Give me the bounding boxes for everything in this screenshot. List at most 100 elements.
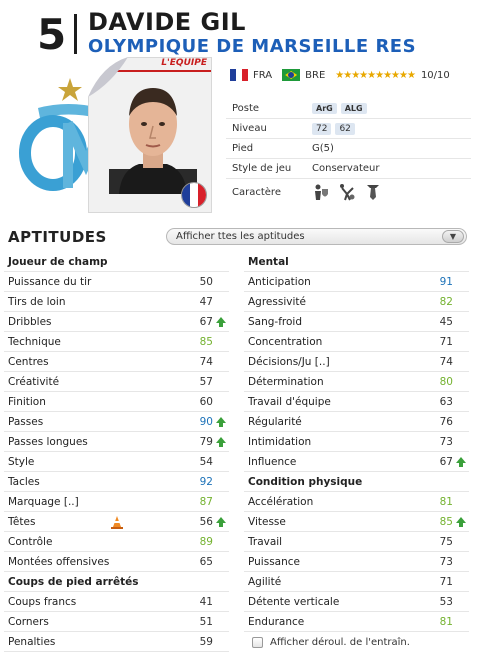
attribute-row[interactable]: Intimidation 73 [244, 432, 469, 452]
attribute-row[interactable]: Têtes 56 [4, 512, 229, 532]
attribute-row[interactable]: Dribbles 67 [4, 312, 229, 332]
attribute-name: Coups francs [8, 595, 77, 608]
attribute-row[interactable]: Agressivité 82 [244, 292, 469, 312]
attribute-value: 85 [439, 515, 453, 528]
attribute-value: 71 [439, 575, 453, 588]
niveau-label: Niveau [232, 123, 267, 134]
attribute-row[interactable]: Puissance 73 [244, 552, 469, 572]
attribute-value: 50 [199, 275, 213, 288]
pied-label: Pied [232, 143, 254, 154]
level-pill: 72 [312, 122, 332, 135]
arrow-slot [213, 516, 229, 527]
attribute-name: Corners [8, 615, 49, 628]
position-pill: ArG [312, 103, 337, 114]
info-row-niveau: Niveau 72 62 [226, 119, 471, 139]
france-flag-icon [230, 69, 248, 81]
style-value: Conservateur [312, 163, 380, 174]
attribute-row[interactable]: Décisions/Ju [..] 74 [244, 352, 469, 372]
attribute-value: 82 [439, 295, 453, 308]
attribute-value: 60 [199, 395, 213, 408]
club-name[interactable]: OLYMPIQUE DE MARSEILLE RES [88, 36, 416, 57]
attribute-value: 89 [199, 535, 213, 548]
attribute-row[interactable]: Montées offensives 65 [4, 552, 229, 572]
attribute-row[interactable]: Détermination 80 [244, 372, 469, 392]
section-title: Joueur de champ [8, 255, 108, 268]
attribute-name: Style [8, 455, 35, 468]
up-arrow-icon [216, 416, 226, 427]
attribute-row[interactable]: Penalties 59 [4, 632, 229, 652]
training-checkbox-row[interactable]: Afficher déroul. de l'entraîn. [244, 632, 469, 652]
attribute-row[interactable]: Détente verticale 53 [244, 592, 469, 612]
training-cone-icon [111, 516, 123, 529]
aptitudes-header: APTITUDES Afficher ttes les aptitudes ▼ [0, 224, 478, 252]
attribute-row[interactable]: Travail d'équipe 63 [244, 392, 469, 412]
attribute-value: 57 [199, 375, 213, 388]
attribute-value: 75 [439, 535, 453, 548]
tie-icon[interactable] [364, 183, 382, 201]
attribute-value: 47 [199, 295, 213, 308]
attribute-row[interactable]: Style 54 [4, 452, 229, 472]
attribute-value: 91 [439, 275, 453, 288]
attribute-value: 51 [199, 615, 213, 628]
attribute-value: 73 [439, 435, 453, 448]
brazil-flag-icon [282, 69, 301, 81]
attribute-value: 76 [439, 415, 453, 428]
attribute-name: Concentration [248, 335, 323, 348]
up-arrow-icon [216, 516, 226, 527]
attribute-row[interactable]: Régularité 76 [244, 412, 469, 432]
up-arrow-icon [456, 516, 466, 527]
attribute-row[interactable]: Tirs de loin 47 [4, 292, 229, 312]
attribute-row[interactable]: Agilité 71 [244, 572, 469, 592]
attribute-value: 67 [439, 455, 453, 468]
attribute-row[interactable]: Tacles 92 [4, 472, 229, 492]
attribute-row[interactable]: Créativité 57 [4, 372, 229, 392]
attribute-value: 41 [199, 595, 213, 608]
attribute-value: 74 [199, 355, 213, 368]
arrow-slot [213, 436, 229, 447]
attribute-name: Finition [8, 395, 46, 408]
info-row-poste: Poste ArG ALG [226, 99, 471, 119]
attribute-row[interactable]: Vitesse 85 [244, 512, 469, 532]
attribute-name: Agilité [248, 575, 282, 588]
attribute-row[interactable]: Influence 67 [244, 452, 469, 472]
attribute-name: Sang-froid [248, 315, 302, 328]
attribute-row[interactable]: Accélération 81 [244, 492, 469, 512]
player-name: DAVIDE GIL [88, 8, 246, 36]
juggling-player-icon[interactable] [338, 183, 356, 201]
training-checkbox-label: Afficher déroul. de l'entraîn. [270, 636, 410, 648]
player-shield-icon[interactable] [312, 183, 330, 201]
chevron-down-icon[interactable]: ▼ [442, 230, 464, 243]
attribute-value: 81 [439, 615, 453, 628]
attribute-value: 74 [439, 355, 453, 368]
attribute-name: Accélération [248, 495, 314, 508]
attribute-row[interactable]: Concentration 71 [244, 332, 469, 352]
attribute-name: Passes [8, 415, 44, 428]
attribute-row[interactable]: Travail 75 [244, 532, 469, 552]
primary-nation[interactable]: FRA [253, 70, 272, 81]
arrow-slot [213, 416, 229, 427]
attribute-row[interactable]: Corners 51 [4, 612, 229, 632]
aptitudes-filter-select[interactable]: Afficher ttes les aptitudes ▼ [166, 228, 467, 245]
section-title: Mental [248, 255, 289, 268]
training-checkbox[interactable] [252, 636, 263, 648]
attribute-name: Puissance du tir [8, 275, 92, 288]
attribute-name: Passes longues [8, 435, 88, 448]
attribute-row[interactable]: Anticipation 91 [244, 272, 469, 292]
attribute-row[interactable]: Puissance du tir 50 [4, 272, 229, 292]
attribute-row[interactable]: Marquage [..] 87 [4, 492, 229, 512]
attribute-row[interactable]: Coups francs 41 [4, 592, 229, 612]
attribute-row[interactable]: Endurance 81 [244, 612, 469, 632]
secondary-nation[interactable]: BRE [305, 70, 325, 81]
section-title: Coups de pied arrêtés [8, 575, 139, 588]
attribute-name: Anticipation [248, 275, 311, 288]
attribute-row[interactable]: Technique 85 [4, 332, 229, 352]
attribute-row[interactable]: Centres 74 [4, 352, 229, 372]
attribute-row[interactable]: Contrôle 89 [4, 532, 229, 552]
attribute-value: 73 [439, 555, 453, 568]
aptitudes-filter-value: Afficher ttes les aptitudes [176, 231, 305, 242]
attribute-row[interactable]: Sang-froid 45 [244, 312, 469, 332]
attribute-row[interactable]: Passes 90 [4, 412, 229, 432]
attribute-row[interactable]: Passes longues 79 [4, 432, 229, 452]
attribute-row[interactable]: Finition 60 [4, 392, 229, 412]
section-title: Condition physique [248, 475, 363, 488]
